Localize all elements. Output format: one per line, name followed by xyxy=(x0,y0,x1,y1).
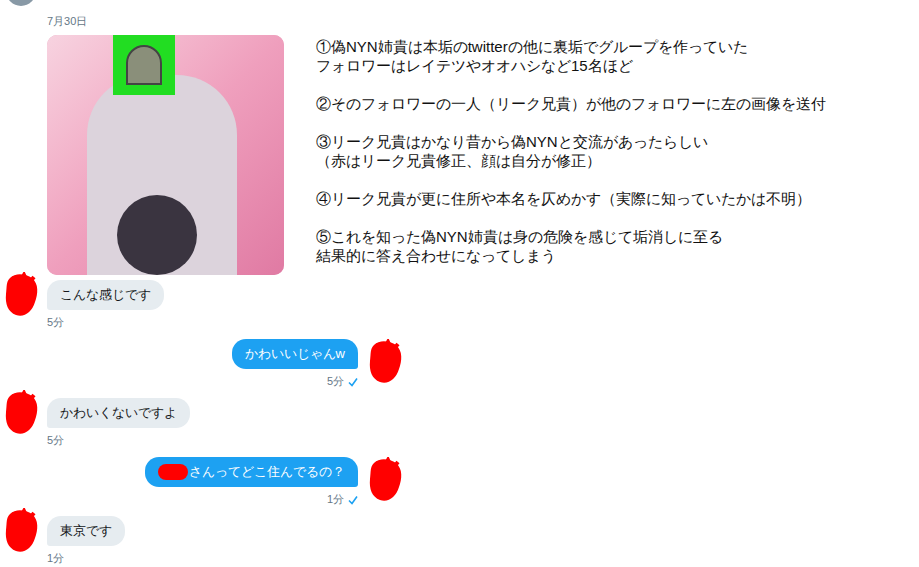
redaction-icon xyxy=(368,457,404,503)
message-bubble: かわいくないですよ xyxy=(47,398,190,428)
redaction-icon xyxy=(4,390,40,436)
message-bubble: こんな感じです xyxy=(47,280,164,310)
date-label: 7月30日 xyxy=(47,15,87,27)
redaction-icon xyxy=(4,508,40,554)
top-avatar xyxy=(6,0,36,6)
message-time: 1分 xyxy=(327,493,358,506)
message-time: 5分 xyxy=(327,375,358,388)
sent-message: かわいいじゃんw 5分 xyxy=(0,339,404,388)
note-paragraph: ④リーク兄貴が更に住所や本名を仄めかす（実際に知っていたかは不明） xyxy=(316,189,826,208)
message-time: 5分 xyxy=(47,434,64,447)
redaction-icon xyxy=(4,272,40,318)
redaction-icon xyxy=(368,339,404,385)
message-time: 5分 xyxy=(47,316,64,329)
photo[interactable] xyxy=(47,35,284,275)
message-list: こんな感じです5分かわいいじゃんw5分かわいくないですよ5分さんってどこ住んでる… xyxy=(0,280,919,565)
notes: ①偽NYN姉貴は本垢のtwitterの他に裏垢でグループを作っていたフォロワーは… xyxy=(316,35,826,275)
face-sticker-icon xyxy=(113,35,175,95)
message-bubble: さんってどこ住んでるの？ xyxy=(145,457,358,487)
note-paragraph: ⑤これを知った偽NYN姉貴は身の危険を感じて垢消しに至る結果的に答え合わせになっ… xyxy=(316,227,826,265)
sent-message: さんってどこ住んでるの？ 1分 xyxy=(0,457,404,506)
dm-screen: 7月30日 ①偽NYN姉貴は本垢のtwitterの他に裏垢でグループを作っていたフ… xyxy=(0,0,919,567)
note-paragraph: ③リーク兄貴はかなり昔から偽NYNと交流があったらしい（赤はリーク兄貴修正、顔は… xyxy=(316,132,826,170)
received-message: こんな感じです 5分 xyxy=(0,280,919,329)
message-bubble: 東京です xyxy=(47,516,125,546)
note-paragraph: ①偽NYN姉貴は本垢のtwitterの他に裏垢でグループを作っていたフォロワーは… xyxy=(316,37,826,75)
received-message: かわいくないですよ 5分 xyxy=(0,398,919,447)
message-time: 1分 xyxy=(47,552,64,565)
message-bubble: かわいいじゃんw xyxy=(232,339,358,369)
read-check-icon xyxy=(348,495,358,505)
redaction-mark xyxy=(158,464,188,480)
received-message: 東京です 1分 xyxy=(0,516,919,565)
note-paragraph: ②そのフォロワーの一人（リーク兄貴）が他のフォロワーに左の画像を送付 xyxy=(316,94,826,113)
read-check-icon xyxy=(348,377,358,387)
